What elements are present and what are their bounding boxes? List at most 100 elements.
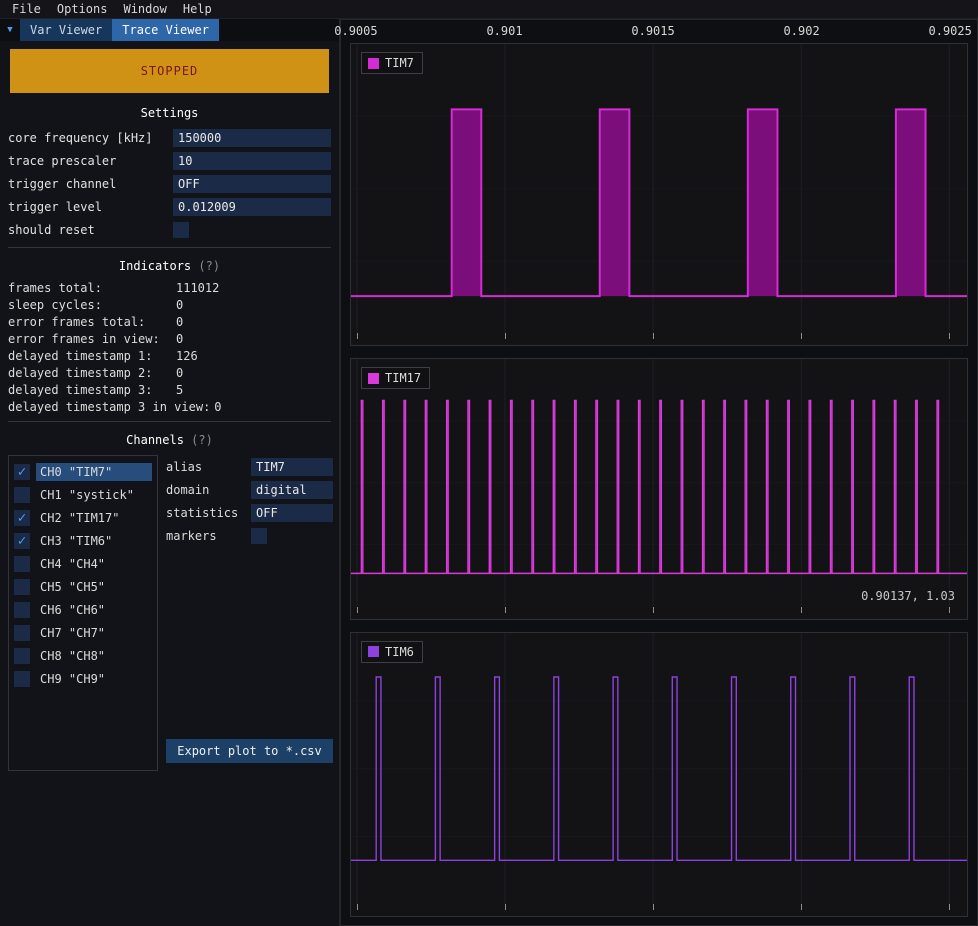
legend-tim7[interactable]: TIM7 bbox=[361, 52, 423, 74]
settings-header: Settings bbox=[8, 106, 331, 120]
channel-label[interactable]: CH2 "TIM17" bbox=[36, 509, 152, 527]
channel-row[interactable]: CH0 "TIM7" bbox=[12, 460, 154, 483]
channel-checkbox[interactable] bbox=[14, 625, 30, 641]
setting-label: trigger level bbox=[8, 200, 173, 214]
trace-plots-window: 0.90050.9010.90150.9020.9025 TIM7TIM170.… bbox=[340, 19, 978, 926]
setting-label: should reset bbox=[8, 223, 173, 237]
channel-row[interactable]: CH6 "CH6" bbox=[12, 598, 154, 621]
setting-row: trace prescaler10 bbox=[8, 149, 331, 172]
setting-row: trigger channelOFF bbox=[8, 172, 331, 195]
indicators-header-label: Indicators bbox=[119, 259, 191, 273]
channel-checkbox[interactable] bbox=[14, 648, 30, 664]
indicator-value: 5 bbox=[176, 383, 183, 397]
menu-item-file[interactable]: File bbox=[4, 2, 49, 16]
channel-checkbox[interactable] bbox=[14, 510, 30, 526]
plot-canvas-tim7[interactable] bbox=[351, 44, 967, 333]
plot-canvas-tim6[interactable] bbox=[351, 633, 967, 904]
channels-header: Channels (?) bbox=[8, 433, 331, 447]
statistics-label: statistics bbox=[166, 506, 251, 520]
channel-checkbox[interactable] bbox=[14, 487, 30, 503]
indicator-label: delayed timestamp 3: bbox=[8, 383, 176, 397]
channel-label[interactable]: CH3 "TIM6" bbox=[36, 532, 152, 550]
channel-row[interactable]: CH4 "CH4" bbox=[12, 552, 154, 575]
tab-var-viewer[interactable]: Var Viewer bbox=[20, 19, 112, 41]
indicator-row: sleep cycles:0 bbox=[8, 296, 331, 313]
setting-row: should reset bbox=[8, 218, 331, 241]
settings-header-label: Settings bbox=[141, 106, 199, 120]
channel-label[interactable]: CH8 "CH8" bbox=[36, 647, 152, 665]
setting-control: 150000 bbox=[173, 129, 331, 147]
menu-item-options[interactable]: Options bbox=[49, 2, 116, 16]
setting-row: core frequency [kHz]150000 bbox=[8, 126, 331, 149]
channel-checkbox[interactable] bbox=[14, 533, 30, 549]
app-window: FileOptionsWindowHelp ▼ Var ViewerTrace … bbox=[0, 0, 978, 926]
channel-checkbox[interactable] bbox=[14, 556, 30, 572]
setting-label: core frequency [kHz] bbox=[8, 131, 173, 145]
channel-row[interactable]: CH2 "TIM17" bbox=[12, 506, 154, 529]
tab-trace-viewer[interactable]: Trace Viewer bbox=[112, 19, 219, 41]
setting-control: 0.012009 bbox=[173, 198, 331, 216]
trigger-level-input[interactable]: 0.012009 bbox=[173, 198, 331, 216]
cursor-position-readout: 0.90137, 1.03 bbox=[861, 589, 955, 603]
channel-checkbox[interactable] bbox=[14, 464, 30, 480]
legend-tim17[interactable]: TIM17 bbox=[361, 367, 430, 389]
legend-swatch-icon bbox=[368, 646, 379, 657]
domain-select[interactable]: digital bbox=[251, 481, 333, 499]
setting-row: trigger level0.012009 bbox=[8, 195, 331, 218]
channel-label[interactable]: CH7 "CH7" bbox=[36, 624, 152, 642]
channel-checkbox[interactable] bbox=[14, 579, 30, 595]
x-axis-ticks bbox=[351, 333, 967, 345]
channels-help-icon[interactable]: (?) bbox=[191, 433, 213, 447]
indicator-row: delayed timestamp 1:126 bbox=[8, 347, 331, 364]
tick-mark bbox=[653, 607, 654, 613]
channel-label[interactable]: CH1 "systick" bbox=[36, 486, 152, 504]
channel-row[interactable]: CH1 "systick" bbox=[12, 483, 154, 506]
menu-item-help[interactable]: Help bbox=[175, 2, 220, 16]
channel-label[interactable]: CH4 "CH4" bbox=[36, 555, 152, 573]
core-frequency-kHz-input[interactable]: 150000 bbox=[173, 129, 331, 147]
channel-row[interactable]: CH9 "CH9" bbox=[12, 667, 154, 690]
channel-label[interactable]: CH9 "CH9" bbox=[36, 670, 152, 688]
plot-tim17[interactable]: TIM17 0.90137, 1.03 bbox=[350, 358, 968, 619]
statistics-select[interactable]: OFF bbox=[251, 504, 333, 522]
indicator-label: delayed timestamp 1: bbox=[8, 349, 176, 363]
should-reset-checkbox[interactable] bbox=[173, 222, 189, 238]
export-csv-button[interactable]: Export plot to *.csv bbox=[166, 739, 333, 763]
plot-canvas-tim17[interactable] bbox=[351, 359, 967, 606]
channel-row[interactable]: CH5 "CH5" bbox=[12, 575, 154, 598]
acquisition-state-button[interactable]: STOPPED bbox=[10, 49, 329, 93]
trigger-channel-select[interactable]: OFF bbox=[173, 175, 331, 193]
channel-label[interactable]: CH0 "TIM7" bbox=[36, 463, 152, 481]
channel-row[interactable]: CH8 "CH8" bbox=[12, 644, 154, 667]
trace-prescaler-input[interactable]: 10 bbox=[173, 152, 331, 170]
alias-input[interactable]: TIM7 bbox=[251, 458, 333, 476]
indicator-label: error frames in view: bbox=[8, 332, 176, 346]
legend-label: TIM7 bbox=[385, 56, 414, 70]
menu-item-window[interactable]: Window bbox=[115, 2, 174, 16]
indicator-value: 0 bbox=[176, 298, 183, 312]
x-axis-tick-label: 0.9025 bbox=[928, 24, 971, 38]
domain-label: domain bbox=[166, 483, 251, 497]
channel-checkbox[interactable] bbox=[14, 671, 30, 687]
channel-checkbox[interactable] bbox=[14, 602, 30, 618]
markers-checkbox[interactable] bbox=[251, 528, 267, 544]
tick-mark bbox=[357, 333, 358, 339]
channel-label[interactable]: CH5 "CH5" bbox=[36, 578, 152, 596]
channel-list: CH0 "TIM7" CH1 "systick" CH2 "TIM17" CH3 "T… bbox=[8, 455, 158, 771]
waveform-tim17 bbox=[351, 401, 967, 574]
channel-row[interactable]: CH7 "CH7" bbox=[12, 621, 154, 644]
legend-tim6[interactable]: TIM6 bbox=[361, 641, 423, 663]
x-axis-tick-label: 0.902 bbox=[784, 24, 820, 38]
indicator-label: sleep cycles: bbox=[8, 298, 176, 312]
tick-mark bbox=[653, 904, 654, 910]
channel-label[interactable]: CH6 "CH6" bbox=[36, 601, 152, 619]
setting-control: OFF bbox=[173, 175, 331, 193]
tick-mark bbox=[949, 607, 950, 613]
channel-row[interactable]: CH3 "TIM6" bbox=[12, 529, 154, 552]
plot-tim7[interactable]: TIM7 bbox=[350, 43, 968, 346]
indicator-row: error frames in view:0 bbox=[8, 330, 331, 347]
indicators-help-icon[interactable]: (?) bbox=[198, 259, 220, 273]
collapse-arrow-icon[interactable]: ▼ bbox=[0, 19, 20, 41]
separator bbox=[8, 247, 331, 248]
plot-tim6[interactable]: TIM6 bbox=[350, 632, 968, 917]
